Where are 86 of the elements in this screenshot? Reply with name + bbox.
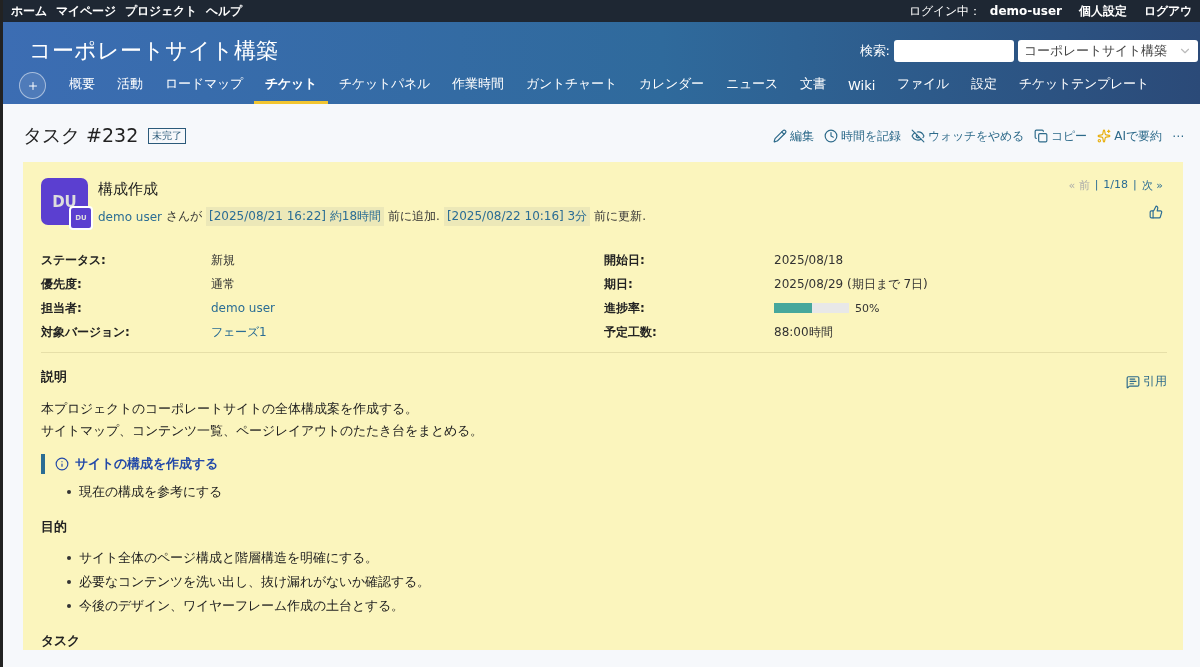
- author-link[interactable]: demo user: [98, 209, 163, 224]
- issue-title: タスク #232: [23, 123, 139, 148]
- attribute-label: 期日:: [604, 275, 634, 293]
- menu-link[interactable]: 個人設定: [1079, 2, 1127, 20]
- list-item: 現在の構成を参考にする: [79, 483, 222, 501]
- bullet-icon: [67, 556, 71, 560]
- ai-icon: [1097, 129, 1112, 143]
- meta-text: 前に追加.: [388, 208, 440, 225]
- attribute-label: 進捗率:: [604, 299, 646, 317]
- menu-link[interactable]: ホーム: [11, 2, 47, 20]
- progress-value: 50%: [855, 301, 880, 315]
- attribute-label: 予定工数:: [604, 323, 658, 341]
- tab[interactable]: 作業時間: [441, 75, 515, 104]
- edit-icon: [773, 129, 788, 143]
- tab[interactable]: ガントチャート: [515, 75, 628, 104]
- menu-link[interactable]: ログアウ: [1144, 2, 1192, 20]
- attribute-label: ステータス:: [41, 251, 107, 269]
- tab[interactable]: 概要: [58, 75, 106, 104]
- thumbs-up-icon[interactable]: [1149, 205, 1163, 219]
- attribute-label: 対象バージョン:: [41, 323, 131, 341]
- tab[interactable]: チケットテンプレート: [1008, 75, 1161, 104]
- tab[interactable]: 文書: [789, 75, 837, 104]
- add-button[interactable]: [19, 72, 46, 99]
- info-icon: [55, 457, 69, 471]
- unwatch-icon: [911, 129, 926, 143]
- separator: |: [1094, 178, 1099, 193]
- section-heading: タスク: [41, 632, 81, 650]
- status-badge: 未完了: [148, 128, 187, 144]
- list-item: サイト全体のページ構成と階層構造を明確にする。: [79, 549, 378, 567]
- menu-link[interactable]: プロジェクト: [125, 2, 197, 20]
- description-text: 本プロジェクトのコーポレートサイトの全体構成案を作成する。: [41, 400, 419, 418]
- search-field[interactable]: [894, 40, 1014, 62]
- attribute-value: 2025/08/29 (期日まで 7日): [774, 275, 929, 293]
- bullet-icon: [67, 604, 71, 608]
- more-button[interactable]: ⋯: [1172, 129, 1184, 143]
- time-icon: [824, 129, 839, 143]
- menu-link[interactable]: ヘルプ: [206, 2, 242, 20]
- tab[interactable]: 設定: [960, 75, 1009, 104]
- section-heading: 説明: [41, 369, 67, 386]
- separator: |: [1133, 178, 1137, 193]
- action-link[interactable]: AIで要約: [1097, 127, 1162, 145]
- created-link[interactable]: [2025/08/21 16:22] 約18時間: [206, 207, 385, 226]
- callout-title: サイトの構成を作成する: [75, 455, 218, 473]
- attribute-link[interactable]: demo user: [211, 301, 604, 315]
- tab[interactable]: 活動: [106, 75, 154, 104]
- tab[interactable]: ニュース: [715, 75, 789, 104]
- plus-icon: [26, 79, 39, 92]
- attribute-value: 2025/08/18: [774, 253, 845, 267]
- attribute-value: 通常: [211, 275, 236, 293]
- tab[interactable]: カレンダー: [628, 75, 715, 104]
- action-link[interactable]: 時間を記録: [824, 127, 902, 145]
- user-link[interactable]: demo-user: [989, 4, 1062, 18]
- action-link[interactable]: コピー: [1034, 127, 1088, 145]
- meta-text: 前に更新.: [594, 208, 647, 225]
- attribute-value: 88:00時間: [774, 323, 834, 341]
- attribute-label: 開始日:: [604, 251, 646, 269]
- meta-text: さんが: [166, 208, 203, 225]
- tab[interactable]: ロードマップ: [154, 75, 254, 104]
- tab[interactable]: ファイル: [886, 75, 961, 104]
- issue-position: 1/18: [1103, 178, 1129, 193]
- updated-link[interactable]: [2025/08/22 10:16] 3分: [443, 207, 591, 226]
- description-text: サイトマップ、コンテンツ一覧、ページレイアウトのたたき台をまとめる。: [41, 422, 484, 440]
- copy-icon: [1034, 129, 1049, 143]
- next-link[interactable]: 次 »: [1141, 178, 1163, 193]
- menu-link[interactable]: マイページ: [56, 2, 116, 20]
- project-title: コーポレートサイト構築: [29, 37, 278, 65]
- tab[interactable]: チケット: [254, 75, 328, 104]
- list-item: 必要なコンテンツを洗い出し、抜け漏れがないか確認する。: [79, 573, 430, 591]
- section-heading: 目的: [41, 518, 68, 536]
- comment-icon: [1126, 374, 1140, 389]
- bullet-icon: [67, 580, 71, 584]
- bullet-icon: [67, 490, 71, 494]
- tab[interactable]: チケットパネル: [328, 75, 441, 104]
- issue-subject: 構成作成: [98, 180, 159, 199]
- quote-link[interactable]: 引用: [1126, 365, 1167, 398]
- action-link[interactable]: 編集: [773, 127, 815, 145]
- project-select[interactable]: コーポレートサイト構築: [1018, 40, 1198, 62]
- attribute-label: 優先度:: [41, 275, 83, 293]
- tab[interactable]: Wiki: [837, 78, 887, 104]
- attribute-label: 担当者:: [41, 299, 83, 317]
- login-label: ログイン中：: [908, 2, 981, 20]
- action-link[interactable]: ウォッチをやめる: [911, 127, 1025, 145]
- list-item: 今後のデザイン、ワイヤーフレーム作成の土台とする。: [79, 597, 404, 615]
- attribute-link[interactable]: フェーズ1: [211, 323, 604, 341]
- attribute-value: 新規: [211, 251, 236, 269]
- search-label: 検索:: [859, 42, 890, 60]
